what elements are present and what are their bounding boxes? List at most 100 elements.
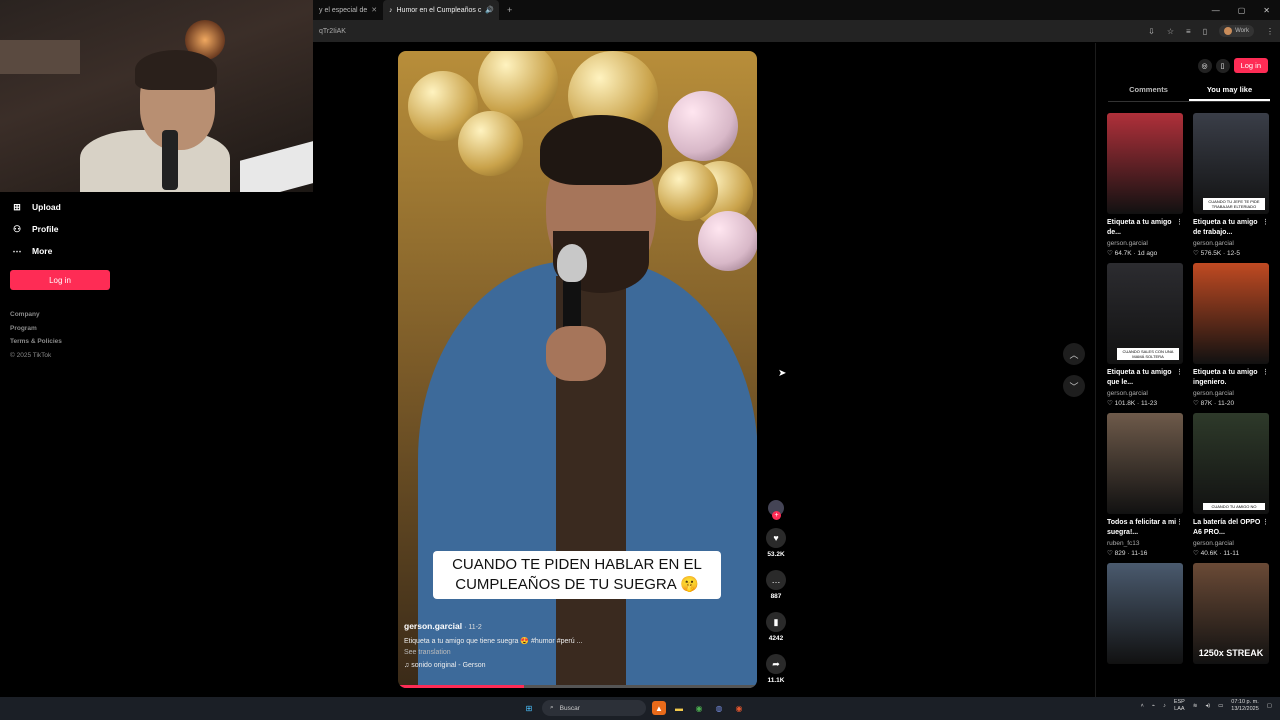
- card-username[interactable]: gerson.garcial: [1193, 540, 1269, 547]
- recommendation-card[interactable]: CUANDO TU AMIGO NO La batería del OPPO A6…: [1193, 413, 1269, 557]
- video-thumbnail[interactable]: CUANDO TU AMIGO NO: [1193, 413, 1269, 514]
- save-action[interactable]: ▮ 4242: [766, 612, 786, 642]
- video-thumbnail[interactable]: CUANDO TU JEFE TE PIDE TRABAJAR ELTERIAD…: [1193, 113, 1269, 214]
- recommendation-card[interactable]: CUANDO SALES CON UNA MAMÁ SOLTERA Etiquet…: [1107, 263, 1183, 407]
- thumbnail-overlay-text: CUANDO TU JEFE TE PIDE TRABAJAR ELTERIAD…: [1203, 198, 1265, 210]
- card-title[interactable]: Etiqueta a tu amigo de... ⋮: [1107, 218, 1183, 238]
- card-title[interactable]: La batería del OPPO A6 PRO... ⋮: [1193, 518, 1269, 538]
- see-translation-link[interactable]: See translation: [404, 649, 744, 656]
- video-thumbnail[interactable]: 1250x STREAK: [1193, 563, 1269, 664]
- card-username[interactable]: gerson.garcial: [1107, 240, 1183, 247]
- close-window-icon[interactable]: ✕: [1263, 6, 1270, 15]
- url-text[interactable]: qTr2IiAK: [319, 28, 1148, 35]
- card-username[interactable]: gerson.garcial: [1193, 390, 1269, 397]
- app-icon[interactable]: ▲: [652, 701, 666, 715]
- tab-comments[interactable]: Comments: [1108, 85, 1189, 101]
- browser-tab-active[interactable]: ♪ Humor en el Cumpleaños c 🔊 ✕: [383, 0, 499, 20]
- author-name[interactable]: gerson.garcial: [404, 621, 462, 631]
- card-title[interactable]: Etiqueta a tu amigo que le... ⋮: [1107, 368, 1183, 388]
- compass-icon[interactable]: ◎: [1197, 58, 1212, 73]
- comment-icon[interactable]: …: [766, 570, 786, 590]
- mic-icon[interactable]: ♪: [1163, 703, 1166, 709]
- follow-plus-icon[interactable]: +: [772, 511, 781, 520]
- login-button[interactable]: Log in: [10, 270, 110, 290]
- video-description[interactable]: Etiqueta a tu amigo que tiene suegra 😍 #…: [404, 637, 744, 645]
- card-title[interactable]: Etiqueta a tu amigo de trabajo... ⋮: [1193, 218, 1269, 238]
- close-icon[interactable]: ✕: [371, 6, 377, 14]
- discord-icon[interactable]: ◍: [712, 701, 726, 715]
- recommendation-card[interactable]: 1250x STREAK: [1193, 563, 1269, 664]
- speaker-icon[interactable]: 🔊: [485, 6, 494, 14]
- recommendation-card[interactable]: Etiqueta a tu amigo de... ⋮ gerson.garcial…: [1107, 113, 1183, 257]
- footer-link-terms[interactable]: Terms & Policies: [10, 335, 313, 349]
- video-progress-bar[interactable]: [398, 685, 757, 688]
- balloon: [698, 211, 757, 271]
- minimize-icon[interactable]: —: [1212, 6, 1220, 15]
- sidebar-item-upload[interactable]: ⊞ Upload: [0, 196, 313, 218]
- language-indicator[interactable]: ESP LAA: [1174, 699, 1185, 713]
- bookmark-icon[interactable]: ▮: [766, 612, 786, 632]
- video-thumbnail[interactable]: [1193, 263, 1269, 364]
- share-action[interactable]: ➦ 11.1K: [766, 654, 786, 684]
- notification-icon[interactable]: ▢: [1267, 703, 1272, 709]
- sidebar-item-profile[interactable]: ⚇ Profile: [0, 218, 313, 240]
- footer-link-company[interactable]: Company: [10, 308, 313, 322]
- language-line-2: LAA: [1174, 706, 1185, 712]
- comment-action[interactable]: … 887: [766, 570, 786, 600]
- comment-count: 887: [770, 593, 782, 600]
- more-options-icon[interactable]: ⋮: [1176, 368, 1183, 378]
- card-username[interactable]: gerson.garcial: [1107, 390, 1183, 397]
- windows-start-icon[interactable]: ⊞: [522, 701, 536, 715]
- bookmark-star-icon[interactable]: ☆: [1167, 27, 1174, 36]
- sidebar-icon[interactable]: ▯: [1203, 27, 1207, 36]
- menu-icon[interactable]: ⋮: [1266, 27, 1274, 36]
- network-icon[interactable]: ⌁: [1152, 703, 1155, 709]
- creator-avatar[interactable]: +: [768, 500, 784, 520]
- browser-tab[interactable]: y el especial de ✕: [313, 0, 383, 20]
- video-player[interactable]: CUANDO TE PIDEN HABLAR EN EL CUMPLEAÑOS …: [398, 51, 757, 688]
- volume-icon[interactable]: ◂): [1205, 703, 1210, 709]
- recommendation-card[interactable]: Etiqueta a tu amigo ingeniero. ⋮ gerson.ga…: [1193, 263, 1269, 407]
- sidebar-item-more[interactable]: ⋯ More: [0, 240, 313, 262]
- more-options-icon[interactable]: ⋮: [1176, 518, 1183, 528]
- media-control-icon[interactable]: ≡: [1186, 27, 1191, 36]
- footer-link-program[interactable]: Program: [10, 322, 313, 336]
- browser-icon[interactable]: ◉: [732, 701, 746, 715]
- more-options-icon[interactable]: ⋮: [1262, 368, 1269, 378]
- new-tab-button[interactable]: +: [499, 5, 520, 15]
- taskbar-search[interactable]: ⌕ Buscar: [542, 700, 646, 716]
- battery-icon[interactable]: ▭: [1218, 703, 1223, 709]
- more-options-icon[interactable]: ⋮: [1262, 518, 1269, 528]
- video-thumbnail[interactable]: [1107, 563, 1183, 664]
- chevron-down-icon[interactable]: ﹀: [1063, 375, 1085, 397]
- video-thumbnail[interactable]: CUANDO SALES CON UNA MAMÁ SOLTERA: [1107, 263, 1183, 364]
- more-options-icon[interactable]: ⋮: [1176, 218, 1183, 228]
- card-stats: ♡ 40.6K · 11-11: [1193, 550, 1240, 557]
- header-login-button[interactable]: Log in: [1233, 58, 1268, 73]
- profile-chip[interactable]: Work: [1219, 25, 1254, 37]
- recommendation-card[interactable]: CUANDO TU JEFE TE PIDE TRABAJAR ELTERIAD…: [1193, 113, 1269, 257]
- recommendation-card[interactable]: Todos a felicitar a mi suegra!... ⋮ ruben_…: [1107, 413, 1183, 557]
- maximize-icon[interactable]: ▢: [1238, 6, 1246, 15]
- folder-icon[interactable]: ▬: [672, 701, 686, 715]
- card-username[interactable]: gerson.garcial: [1193, 240, 1269, 247]
- chevron-up-icon[interactable]: ˄: [1141, 703, 1144, 709]
- card-title[interactable]: Etiqueta a tu amigo ingeniero. ⋮: [1193, 368, 1269, 388]
- wifi-icon[interactable]: ≋: [1193, 703, 1198, 709]
- share-icon[interactable]: ➦: [766, 654, 786, 674]
- chrome-icon[interactable]: ◉: [692, 701, 706, 715]
- more-options-icon[interactable]: ⋮: [1262, 218, 1269, 228]
- video-thumbnail[interactable]: [1107, 113, 1183, 214]
- heart-icon[interactable]: ♥: [766, 528, 786, 548]
- card-title[interactable]: Todos a felicitar a mi suegra!... ⋮: [1107, 518, 1183, 538]
- chevron-up-icon[interactable]: ︿: [1063, 343, 1085, 365]
- card-username[interactable]: ruben_fc13: [1107, 540, 1183, 547]
- sound-row[interactable]: ♫ sonido original - Gerson: [404, 662, 744, 669]
- clock[interactable]: 07:10 p. m. 13/12/2025: [1231, 699, 1259, 713]
- recommendation-card[interactable]: [1107, 563, 1183, 664]
- like-action[interactable]: ♥ 53.2K: [766, 528, 786, 558]
- phone-icon[interactable]: ▯: [1215, 58, 1230, 73]
- video-thumbnail[interactable]: [1107, 413, 1183, 514]
- tab-you-may-like[interactable]: You may like: [1189, 85, 1270, 101]
- install-icon[interactable]: ⇩: [1148, 27, 1155, 36]
